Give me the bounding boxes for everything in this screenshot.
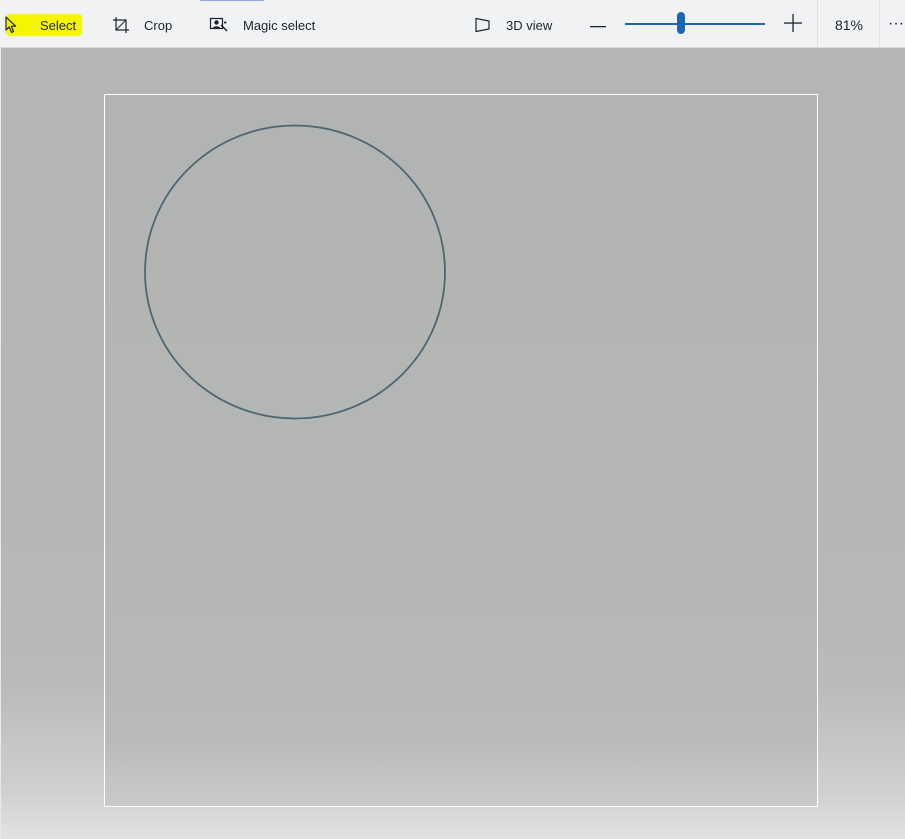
crop-button[interactable]: Crop bbox=[112, 10, 172, 40]
3d-view-icon bbox=[474, 17, 492, 33]
select-button[interactable]: Select bbox=[4, 10, 82, 40]
more-icon: ··· bbox=[888, 15, 904, 32]
magic-select-icon bbox=[209, 16, 229, 34]
crop-label: Crop bbox=[144, 17, 173, 33]
zoom-slider-track bbox=[625, 23, 765, 25]
crop-icon bbox=[112, 16, 130, 34]
drawing-canvas[interactable] bbox=[104, 94, 818, 807]
3d-view-button[interactable]: 3D view bbox=[474, 10, 552, 40]
zoom-percentage[interactable]: 81% bbox=[818, 0, 880, 48]
more-options-button[interactable]: ··· bbox=[888, 14, 905, 34]
cursor-arrow-icon bbox=[4, 16, 18, 34]
canvas-drawing bbox=[144, 124, 446, 420]
accent-line bbox=[200, 0, 264, 1]
minus-icon bbox=[590, 15, 606, 33]
select-label: Select bbox=[40, 17, 77, 33]
zoom-slider-thumb[interactable] bbox=[677, 12, 685, 34]
circle-shape[interactable] bbox=[144, 124, 446, 420]
magic-select-label: Magic select bbox=[243, 17, 316, 33]
toolbar: Select Crop Magic select 3D view 81% ··· bbox=[0, 0, 905, 48]
plus-icon bbox=[784, 13, 802, 37]
zoom-out-button[interactable] bbox=[588, 14, 608, 34]
workspace-edge bbox=[0, 48, 1, 839]
magic-select-button[interactable]: Magic select bbox=[209, 10, 315, 40]
zoom-slider[interactable] bbox=[625, 12, 765, 36]
zoom-in-button[interactable] bbox=[782, 13, 804, 37]
3d-view-label: 3D view bbox=[506, 17, 553, 33]
zoom-divider bbox=[879, 0, 880, 48]
